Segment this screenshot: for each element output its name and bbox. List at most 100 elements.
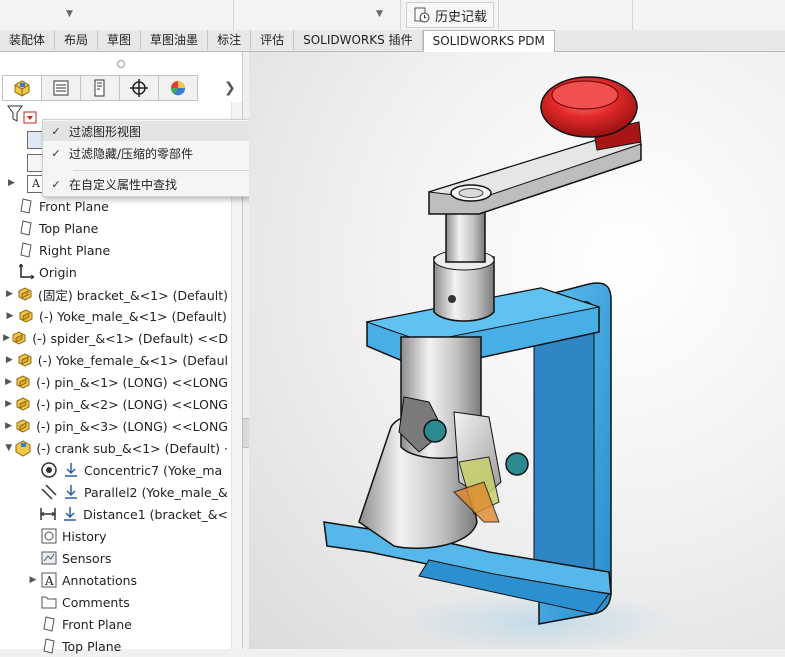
- chevron-right-icon[interactable]: ▶: [3, 289, 16, 299]
- history-folder-icon: [40, 527, 58, 545]
- mate-icon: [61, 505, 79, 523]
- configuration-manager-icon: [94, 79, 105, 97]
- part-icon: [10, 329, 28, 347]
- history-button[interactable]: 历史记载: [406, 2, 495, 28]
- tree-row[interactable]: ▶ A Annotations: [26, 569, 228, 591]
- top-toolbar: ▼ ▼ 历史记载: [0, 0, 785, 31]
- origin-icon: [17, 263, 35, 281]
- tab-sketch[interactable]: 草图: [98, 30, 142, 50]
- tree-row[interactable]: Front Plane: [3, 195, 228, 217]
- chevron-right-icon[interactable]: ▶: [26, 575, 40, 585]
- checkmark-icon: ✓: [51, 177, 61, 191]
- filter-dropdown-menu: ✓ 过滤图形视图 ✓ 过滤隐藏/压缩的零部件 ✓ 在自定义属性中查找: [42, 119, 258, 197]
- filter-icon: [7, 105, 37, 124]
- chevron-down-icon[interactable]: ▼: [66, 9, 73, 19]
- tree-row-label: (固定) bracket_&<1> (Default): [37, 287, 228, 303]
- chevron-right-icon[interactable]: ▶: [3, 377, 14, 387]
- history-icon: [414, 7, 430, 23]
- part-icon: [14, 417, 32, 435]
- tab-configuration-manager[interactable]: [80, 75, 119, 101]
- menu-item-filter-hidden-suppressed[interactable]: ✓ 过滤隐藏/压缩的零部件: [43, 143, 257, 163]
- tab-solidworks-addins[interactable]: SOLIDWORKS 插件: [294, 30, 423, 50]
- chevron-right-icon[interactable]: ▶: [3, 355, 16, 365]
- tree-row-label: Annotations: [62, 572, 138, 588]
- menu-item-search-custom-properties[interactable]: ✓ 在自定义属性中查找: [43, 174, 257, 194]
- tab-assembly[interactable]: 装配体: [0, 30, 56, 50]
- chevron-right-icon[interactable]: ▶: [3, 421, 14, 431]
- menu-item-filter-graphics-view[interactable]: ✓ 过滤图形视图: [43, 121, 257, 141]
- concentric-mate-icon: [40, 461, 58, 479]
- tree-row-label: Distance1 (bracket_&<: [83, 506, 228, 522]
- tree-row[interactable]: ▶ (-) pin_&<2> (LONG) <<LONG: [3, 393, 228, 415]
- tree-row[interactable]: Top Plane: [26, 635, 228, 657]
- tab-dimxpert-manager[interactable]: [119, 75, 158, 101]
- tree-row[interactable]: ▶ (固定) bracket_&<1> (Default): [3, 283, 228, 305]
- tree-row-label: Concentric7 (Yoke_ma: [84, 462, 223, 478]
- tree-row-label: Parallel2 (Yoke_male_&: [84, 484, 228, 500]
- tree-row[interactable]: ▶ (-) pin_&<3> (LONG) <<LONG: [3, 415, 228, 437]
- toolbar-divider: [233, 0, 234, 30]
- chevron-right-icon[interactable]: ▶: [3, 399, 14, 409]
- tree-row[interactable]: Sensors: [26, 547, 228, 569]
- toolbar-divider: [498, 0, 499, 30]
- chevron-down-icon[interactable]: ▼: [3, 443, 14, 453]
- tree-row[interactable]: Top Plane: [3, 217, 228, 239]
- tree-row[interactable]: Parallel2 (Yoke_male_&: [26, 481, 228, 503]
- tree-row[interactable]: History: [26, 525, 228, 547]
- distance-mate-icon: [39, 505, 57, 523]
- part-icon: [14, 373, 32, 391]
- tree-row[interactable]: Right Plane: [3, 239, 228, 261]
- sensors-icon: [40, 549, 58, 567]
- chevron-right-icon[interactable]: ▶: [3, 333, 10, 343]
- filter-button[interactable]: [6, 104, 40, 124]
- tree-row-label: (-) Yoke_male_&<1> (Default): [39, 308, 227, 324]
- tab-feature-manager[interactable]: [2, 75, 41, 101]
- tab-evaluate[interactable]: 评估: [251, 30, 295, 50]
- tree-row[interactable]: ▶ (-) spider_&<1> (Default) <<D: [3, 327, 228, 349]
- command-manager-tabs: 装配体 布局 草图 草图油墨 标注 评估 SOLIDWORKS 插件 SOLID…: [0, 30, 785, 52]
- tree-row[interactable]: Distance1 (bracket_&<: [26, 503, 228, 525]
- tree-row-label: Top Plane: [39, 220, 99, 236]
- feature-manager-icon: [14, 80, 30, 97]
- tree-row-label: Sensors: [62, 550, 112, 566]
- tab-layout[interactable]: 布局: [55, 30, 99, 50]
- graphics-viewport[interactable]: [249, 52, 785, 649]
- checkmark-icon: ✓: [51, 124, 61, 138]
- display-manager-icon: [170, 81, 186, 96]
- checkmark-icon: ✓: [51, 146, 61, 160]
- tree-row-label: (-) pin_&<2> (LONG) <<LONG: [36, 396, 228, 412]
- menu-item-label: 在自定义属性中查找: [69, 177, 178, 192]
- expand-arrow[interactable]: ▶: [8, 178, 15, 188]
- tab-markup[interactable]: 标注: [208, 30, 252, 50]
- tree-row[interactable]: ▶ (-) Yoke_male_&<1> (Default): [3, 305, 228, 327]
- tree-row[interactable]: Concentric7 (Yoke_ma: [26, 459, 228, 481]
- tab-display-manager[interactable]: [158, 75, 198, 101]
- plane-icon: [17, 197, 35, 215]
- tree-row-label: (-) Yoke_female_&<1> (Defaul: [37, 352, 228, 368]
- tree-row[interactable]: Comments: [26, 591, 228, 613]
- tree-row-label: Top Plane: [62, 638, 122, 654]
- tree-row[interactable]: ▶ (-) pin_&<1> (LONG) <<LONG: [3, 371, 228, 393]
- part-icon: [16, 351, 34, 369]
- tab-sketch-ink[interactable]: 草图油墨: [141, 30, 209, 50]
- comments-icon: [40, 593, 58, 611]
- chevron-right-icon[interactable]: ❯: [224, 80, 236, 96]
- property-manager-icon: [53, 80, 69, 96]
- tree-row[interactable]: Origin: [3, 261, 228, 283]
- annotations-icon: A: [40, 571, 58, 589]
- tree-row[interactable]: ▼ (-) crank sub_&<1> (Default) ·: [3, 437, 228, 459]
- tree-row[interactable]: ▶ (-) Yoke_female_&<1> (Defaul: [3, 349, 228, 371]
- panel-grip-handle[interactable]: [117, 60, 125, 68]
- tab-property-manager[interactable]: [41, 75, 80, 101]
- parallel-mate-icon: [40, 483, 58, 501]
- tab-solidworks-pdm[interactable]: SOLIDWORKS PDM: [422, 30, 555, 52]
- part-icon: [17, 307, 35, 325]
- plane-icon: [40, 615, 58, 633]
- tree-row[interactable]: Front Plane: [26, 613, 228, 635]
- tree-row-label: (-) spider_&<1> (Default) <<D: [32, 330, 228, 346]
- chevron-right-icon[interactable]: ▶: [3, 311, 17, 321]
- universal-joint-model[interactable]: [249, 52, 785, 649]
- chevron-down-icon[interactable]: ▼: [376, 9, 383, 19]
- mate-icon: [62, 483, 80, 501]
- tree-row-label: Comments: [62, 594, 130, 610]
